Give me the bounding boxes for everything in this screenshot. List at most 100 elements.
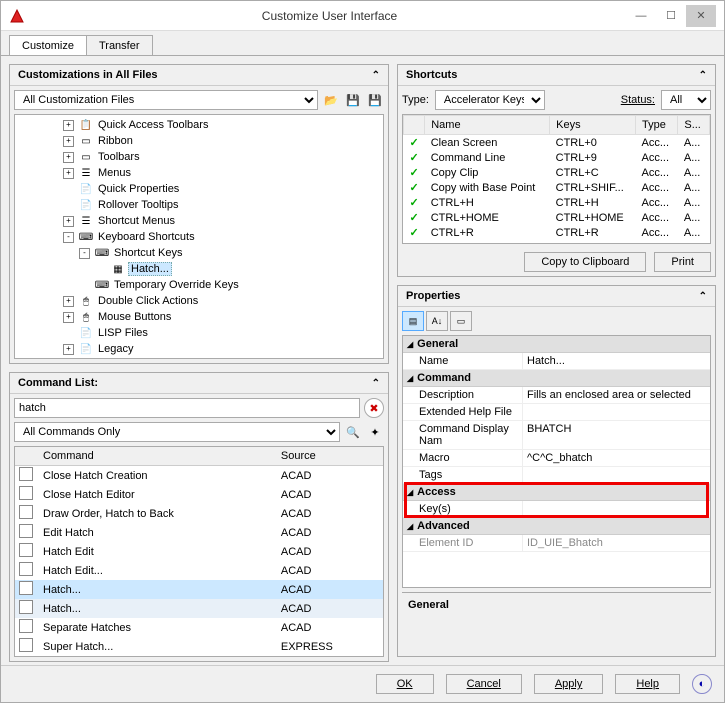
- shortcuts-table[interactable]: Name Keys Type S... ✓Clean ScreenCTRL+0A…: [402, 114, 711, 244]
- find-icon[interactable]: 🔍: [344, 423, 362, 441]
- node-icon: 🖱: [78, 293, 94, 309]
- type-select[interactable]: Accelerator Keys: [435, 90, 545, 110]
- maximize-button[interactable]: ☐: [656, 5, 686, 27]
- tree-node[interactable]: +☰Menus: [15, 165, 383, 181]
- shortcut-row[interactable]: ✓CTRL+RCTRL+RAcc...A...: [404, 225, 710, 240]
- shortcut-row[interactable]: ✓Clean ScreenCTRL+0Acc...A...: [404, 135, 710, 151]
- shortcut-row[interactable]: ✓CTRL+HOMECTRL+HOMEAcc...A...: [404, 210, 710, 225]
- props-panes-icon[interactable]: ▭: [450, 311, 472, 331]
- tree-node[interactable]: -⌨Keyboard Shortcuts: [15, 229, 383, 245]
- tree-node[interactable]: + 📄Legacy: [15, 341, 383, 357]
- tree-node[interactable]: +☰Shortcut Menus: [15, 213, 383, 229]
- properties-title: Properties: [406, 290, 460, 302]
- collapse-icon[interactable]: ⌃: [372, 70, 380, 81]
- col-src[interactable]: S...: [678, 116, 710, 135]
- command-search-input[interactable]: [14, 398, 360, 418]
- customization-file-select[interactable]: All Customization Files: [14, 90, 318, 110]
- command-row[interactable]: Close Hatch CreationACAD: [15, 466, 383, 486]
- categorized-icon[interactable]: ▤: [402, 311, 424, 331]
- node-icon: 📄: [78, 325, 94, 341]
- help-button[interactable]: Help: [615, 674, 680, 694]
- tree-node[interactable]: +🖱Double Click Actions: [15, 293, 383, 309]
- tree-node[interactable]: +▭Ribbon: [15, 133, 383, 149]
- node-label: Temporary Override Keys: [112, 279, 241, 291]
- tree-node[interactable]: +🖱Mouse Buttons: [15, 309, 383, 325]
- clear-search-button[interactable]: ✖: [364, 398, 384, 418]
- tab-customize[interactable]: Customize: [9, 35, 87, 56]
- col-keys[interactable]: Keys: [550, 116, 636, 135]
- expander-icon[interactable]: +: [63, 312, 74, 323]
- apply-button[interactable]: Apply: [534, 674, 604, 694]
- node-icon: 📄: [78, 341, 94, 357]
- command-search-row: ✖: [14, 398, 384, 418]
- command-row[interactable]: Hatch...ACAD: [15, 599, 383, 618]
- shortcut-row[interactable]: ✓CTRL+HCTRL+HAcc...A...: [404, 195, 710, 210]
- command-row[interactable]: Hatch...ACAD: [15, 580, 383, 599]
- status-select[interactable]: All: [661, 90, 711, 110]
- tree-node[interactable]: 📄Quick Properties: [15, 181, 383, 197]
- command-name: Hatch...: [35, 580, 273, 599]
- shortcut-row[interactable]: ✓Copy with Base PointCTRL+SHIF...Acc...A…: [404, 180, 710, 195]
- context-help-icon[interactable]: ◐: [692, 674, 712, 694]
- command-row[interactable]: Separate HatchesACAD: [15, 618, 383, 637]
- saveall-icon[interactable]: 💾: [366, 91, 384, 109]
- ok-button[interactable]: OK: [376, 674, 434, 694]
- command-row[interactable]: Draw Order, Hatch to BackACAD: [15, 504, 383, 523]
- tree-node[interactable]: +▭Toolbars: [15, 149, 383, 165]
- tree-node[interactable]: -⌨Shortcut Keys: [15, 245, 383, 261]
- cui-window: Customize User Interface — ☐ ✕ Customize…: [0, 0, 725, 703]
- command-row[interactable]: Super Hatch...EXPRESS: [15, 637, 383, 656]
- command-filter-row: All Commands Only 🔍 ✦: [14, 422, 384, 442]
- shortcut-row[interactable]: ✓Copy ClipCTRL+CAcc...A...: [404, 165, 710, 180]
- expander-icon[interactable]: +: [63, 136, 74, 147]
- col-command[interactable]: Command: [35, 447, 273, 466]
- close-button[interactable]: ✕: [686, 5, 716, 27]
- expander-icon[interactable]: +: [63, 168, 74, 179]
- command-table[interactable]: Command Source Close Hatch CreationACADC…: [14, 446, 384, 657]
- col-source[interactable]: Source: [273, 447, 383, 466]
- expander-icon[interactable]: +: [63, 344, 74, 355]
- collapse-icon[interactable]: ⌃: [699, 70, 707, 81]
- copy-clipboard-button[interactable]: Copy to Clipboard: [524, 252, 646, 272]
- collapse-icon[interactable]: ⌃: [699, 291, 707, 302]
- tab-transfer[interactable]: Transfer: [86, 35, 153, 56]
- expander-icon[interactable]: +: [63, 296, 74, 307]
- command-row[interactable]: Edit HatchACAD: [15, 523, 383, 542]
- tree-node[interactable]: +📋Quick Access Toolbars: [15, 117, 383, 133]
- properties-grid[interactable]: ◢General NameHatch... ◢Command Descripti…: [402, 335, 711, 588]
- tree-node[interactable]: ⌨Temporary Override Keys: [15, 277, 383, 293]
- shortcut-row[interactable]: ✓Command LineCTRL+9Acc...A...: [404, 150, 710, 165]
- print-button[interactable]: Print: [654, 252, 711, 272]
- col-type[interactable]: Type: [636, 116, 678, 135]
- cancel-button[interactable]: Cancel: [446, 674, 522, 694]
- node-icon: ☰: [78, 213, 94, 229]
- expander-icon[interactable]: -: [63, 232, 74, 243]
- expander-icon[interactable]: +: [63, 216, 74, 227]
- expander-icon[interactable]: +: [63, 152, 74, 163]
- minimize-button[interactable]: —: [626, 5, 656, 27]
- command-source: ACAD: [273, 523, 383, 542]
- alphabetical-icon[interactable]: A↓: [426, 311, 448, 331]
- expander-icon[interactable]: +: [63, 120, 74, 131]
- command-row[interactable]: Close Hatch EditorACAD: [15, 485, 383, 504]
- shortcuts-filter-row: Type: Accelerator Keys Status: All: [398, 86, 715, 114]
- tree-node[interactable]: 📄Rollover Tooltips: [15, 197, 383, 213]
- command-icon: [19, 467, 33, 481]
- command-filter-select[interactable]: All Commands Only: [14, 422, 340, 442]
- open-icon[interactable]: 📂: [322, 91, 340, 109]
- command-row[interactable]: Hatch EditACAD: [15, 542, 383, 561]
- window-title: Customize User Interface: [33, 9, 626, 23]
- col-name[interactable]: Name: [425, 116, 550, 135]
- command-icon: [19, 505, 33, 519]
- tree-node[interactable]: ▦Hatch...: [15, 261, 383, 277]
- save-icon[interactable]: 💾: [344, 91, 362, 109]
- command-name: Super Hatch...: [35, 637, 273, 656]
- collapse-icon[interactable]: ⌃: [372, 378, 380, 389]
- new-command-icon[interactable]: ✦: [366, 423, 384, 441]
- customization-tree[interactable]: +📋Quick Access Toolbars+▭Ribbon+▭Toolbar…: [14, 114, 384, 359]
- node-label: Legacy: [96, 343, 135, 355]
- main-tabs: Customize Transfer: [1, 31, 724, 56]
- command-row[interactable]: Hatch Edit...ACAD: [15, 561, 383, 580]
- expander-icon[interactable]: -: [79, 248, 90, 259]
- tree-node[interactable]: 📄LISP Files: [15, 325, 383, 341]
